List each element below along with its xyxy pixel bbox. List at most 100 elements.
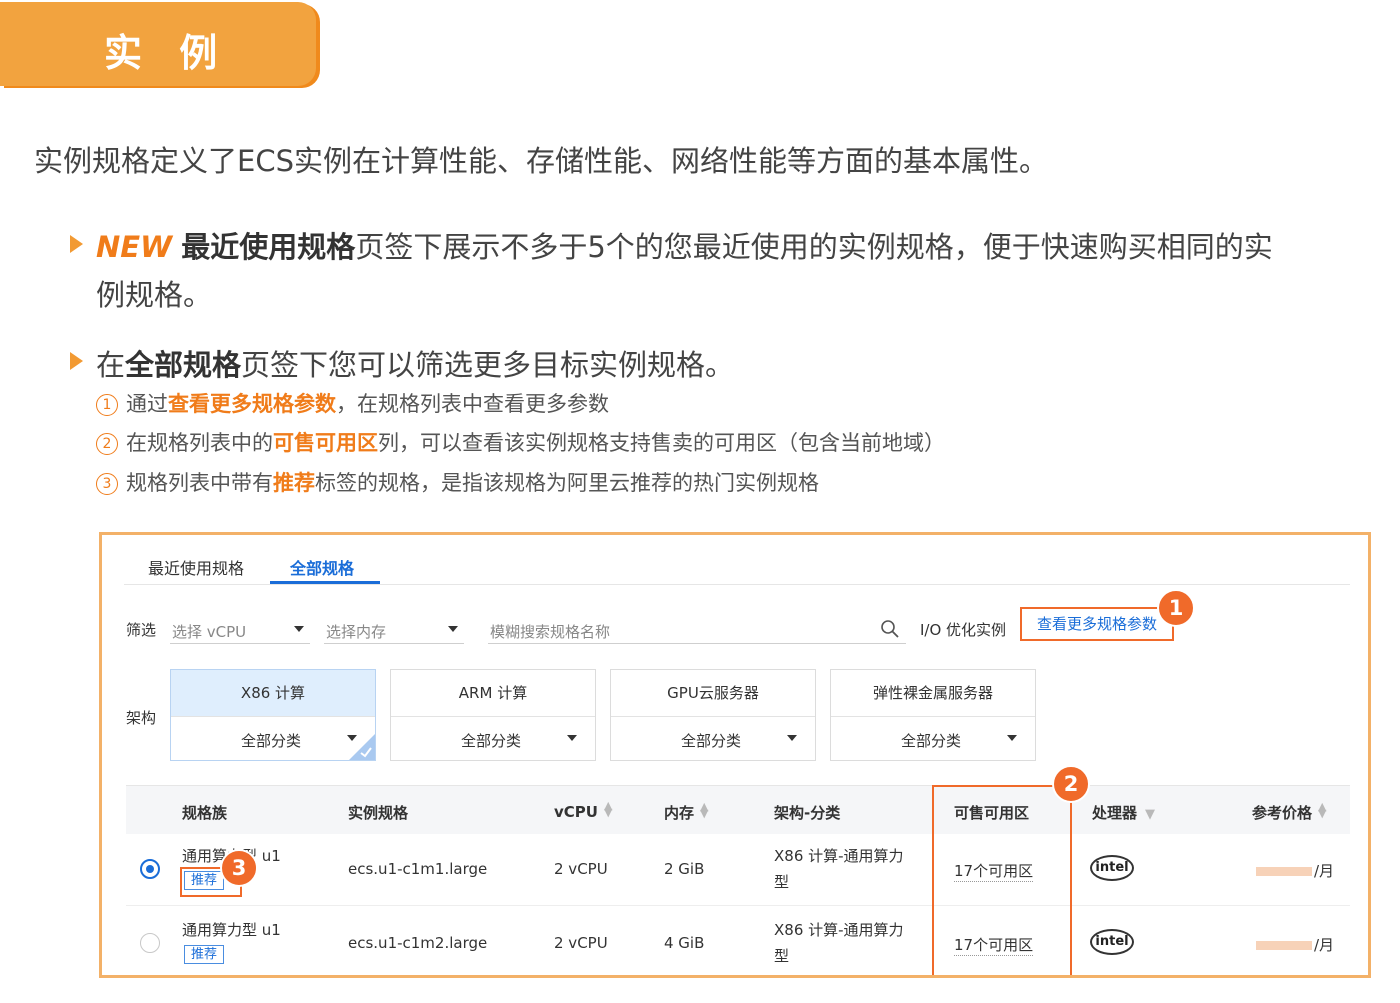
bullet-all: 在全部规格页签下您可以筛选更多目标实例规格。 bbox=[96, 342, 734, 384]
price-unit: /月 bbox=[1314, 862, 1335, 880]
col-spec: 实例规格 bbox=[348, 804, 409, 822]
bullet-all-text: 页签下您可以筛选更多目标实例规格。 bbox=[241, 348, 735, 382]
row-vcpu: 2 vCPU bbox=[554, 934, 608, 952]
sub-item: 3 规格列表中带有推荐标签的规格，是指该规格为阿里云推荐的热门实例规格 bbox=[96, 467, 819, 497]
row-arch-cont: 型 bbox=[774, 873, 790, 891]
arch-card-arm[interactable]: ARM 计算 全部分类 bbox=[390, 669, 596, 761]
bullet-recent-text: 页签下展示不多于5个的您最近使用的实例规格，便于快速购买相同的实 bbox=[355, 230, 1273, 264]
price-blur bbox=[1256, 941, 1312, 950]
row-vcpu: 2 vCPU bbox=[554, 860, 608, 878]
price-unit: /月 bbox=[1314, 936, 1335, 954]
search-icon[interactable] bbox=[880, 619, 900, 639]
arch-card-x86[interactable]: X86 计算 全部分类 bbox=[170, 669, 376, 761]
row-arch-cont: 型 bbox=[774, 947, 790, 965]
sub-item: 1 通过查看更多规格参数，在规格列表中查看更多参数 bbox=[96, 388, 609, 418]
arch-category-value: 全部分类 bbox=[901, 732, 962, 750]
more-spec-params-button[interactable]: 查看更多规格参数 bbox=[1020, 607, 1174, 641]
chevron-down-icon bbox=[1007, 735, 1017, 741]
arch-card-bare-metal[interactable]: 弹性裸金属服务器 全部分类 bbox=[830, 669, 1036, 761]
sub-item: 2 在规格列表中的可售可用区列，可以查看该实例规格支持售卖的可用区（包含当前地域） bbox=[96, 427, 945, 457]
arch-card-title: ARM 计算 bbox=[391, 670, 595, 717]
row-price: /月 bbox=[1256, 934, 1334, 955]
new-tag: NEW bbox=[96, 230, 173, 264]
sub-item-post: ，在规格列表中查看更多参数 bbox=[336, 392, 609, 416]
tab-recent-specs[interactable]: 最近使用规格 bbox=[148, 555, 244, 579]
arch-category-value: 全部分类 bbox=[461, 732, 522, 750]
sub-item-highlight: 查看更多规格参数 bbox=[168, 392, 336, 416]
col-processor[interactable]: 处理器 ▼ bbox=[1092, 802, 1155, 823]
col-memory-label: 内存 bbox=[664, 804, 695, 822]
arch-category-value: 全部分类 bbox=[681, 732, 742, 750]
callout-badge: 2 bbox=[1052, 765, 1090, 803]
spec-search-input[interactable]: 模糊搜索规格名称 bbox=[488, 613, 906, 644]
intro-text: 实例规格定义了ECS实例在计算性能、存储性能、网络性能等方面的基本属性。 bbox=[34, 144, 1048, 178]
arch-category-select[interactable]: 全部分类 bbox=[171, 716, 375, 762]
section-title: 实 例 bbox=[104, 31, 230, 75]
io-optimized-label[interactable]: I/O 优化实例 bbox=[920, 619, 1006, 640]
zones-column-highlight bbox=[932, 785, 1072, 975]
recent-specs-term: 最近使用规格 bbox=[181, 230, 356, 264]
row-spec: ecs.u1-c1m1.large bbox=[348, 860, 488, 878]
row-radio[interactable] bbox=[140, 933, 160, 953]
arch-category-select[interactable]: 全部分类 bbox=[831, 716, 1035, 762]
sort-icon[interactable]: ▲ ▼ bbox=[604, 800, 612, 818]
col-architecture: 架构-分类 bbox=[774, 804, 841, 822]
chevron-down-icon bbox=[448, 626, 458, 632]
sub-item-highlight: 推荐 bbox=[273, 471, 315, 495]
row-arch: X86 计算-通用算力 bbox=[774, 847, 904, 865]
table-row[interactable]: 通用算力型 u1 推荐 ecs.u1-c1m2.large 2 vCPU 4 G… bbox=[126, 905, 1350, 975]
sort-icon[interactable]: ▲ ▼ bbox=[1318, 801, 1326, 819]
spec-table-header: 规格族 实例规格 vCPU ▲ ▼ 内存 ▲ ▼ 架构-分类 可售可用区 处理器 ▼ 参考… bbox=[126, 785, 1350, 834]
tab-divider bbox=[124, 584, 1350, 585]
arch-card-title: GPU云服务器 bbox=[611, 670, 815, 717]
chevron-down-icon bbox=[787, 735, 797, 741]
recommended-tag: 推荐 bbox=[184, 945, 225, 964]
arch-category-value: 全部分类 bbox=[241, 732, 302, 750]
col-vcpu-label: vCPU bbox=[554, 803, 598, 821]
bullet-all-pre: 在 bbox=[96, 348, 126, 382]
sub-item-pre: 规格列表中带有 bbox=[126, 471, 273, 495]
sub-item-pre: 在规格列表中的 bbox=[126, 431, 273, 455]
arch-category-select[interactable]: 全部分类 bbox=[611, 716, 815, 762]
sort-icon[interactable]: ▲ ▼ bbox=[700, 801, 708, 819]
bullet-arrow-icon bbox=[70, 352, 83, 370]
tab-all-specs[interactable]: 全部规格 bbox=[290, 555, 354, 579]
row-arch: X86 计算-通用算力 bbox=[774, 921, 904, 939]
callout-badge: 1 bbox=[1157, 589, 1195, 627]
chevron-down-icon bbox=[567, 735, 577, 741]
row-radio[interactable] bbox=[140, 859, 160, 879]
memory-select[interactable]: 选择内存 bbox=[324, 613, 464, 644]
step-number-icon: 3 bbox=[96, 473, 118, 495]
sub-item-post: 标签的规格，是指该规格为阿里云推荐的热门实例规格 bbox=[315, 471, 819, 495]
col-memory[interactable]: 内存 ▲ ▼ bbox=[664, 801, 708, 823]
col-vcpu[interactable]: vCPU ▲ ▼ bbox=[554, 800, 612, 821]
col-price[interactable]: 参考价格 ▲ ▼ bbox=[1252, 801, 1326, 823]
arch-card-title: X86 计算 bbox=[171, 670, 375, 717]
tab-active-indicator bbox=[270, 581, 380, 584]
search-placeholder: 模糊搜索规格名称 bbox=[490, 623, 611, 641]
filter-icon[interactable]: ▼ bbox=[1145, 807, 1155, 822]
vcpu-select-value: 选择 vCPU bbox=[172, 623, 247, 641]
all-specs-term: 全部规格 bbox=[125, 348, 242, 382]
arch-category-select[interactable]: 全部分类 bbox=[391, 716, 595, 762]
sub-item-highlight: 可售可用区 bbox=[273, 431, 378, 455]
col-price-label: 参考价格 bbox=[1252, 804, 1313, 822]
col-processor-label: 处理器 bbox=[1092, 804, 1138, 822]
intel-logo-icon: intel bbox=[1090, 929, 1134, 955]
bullet-recent-line2: 例规格。 bbox=[96, 278, 213, 312]
sub-item-pre: 通过 bbox=[126, 392, 168, 416]
spec-selector-panel: 最近使用规格 全部规格 筛选 选择 vCPU 选择内存 模糊搜索规格名称 I/O… bbox=[99, 532, 1371, 978]
price-blur bbox=[1256, 867, 1312, 876]
step-number-icon: 1 bbox=[96, 394, 118, 416]
chevron-down-icon bbox=[294, 626, 304, 632]
selected-corner-icon bbox=[349, 734, 375, 760]
col-family: 规格族 bbox=[182, 804, 228, 822]
arch-card-gpu[interactable]: GPU云服务器 全部分类 bbox=[610, 669, 816, 761]
row-memory: 2 GiB bbox=[664, 860, 705, 878]
table-row[interactable]: 通用算力型 u1 推荐 ecs.u1-c1m1.large 2 vCPU 2 G… bbox=[126, 833, 1350, 906]
bullet-arrow-icon bbox=[70, 235, 83, 253]
bullet-recent: NEW 最近使用规格页签下展示不多于5个的您最近使用的实例规格，便于快速购买相同… bbox=[96, 224, 1273, 266]
vcpu-select[interactable]: 选择 vCPU bbox=[170, 613, 310, 644]
arch-card-title: 弹性裸金属服务器 bbox=[831, 670, 1035, 717]
row-price: /月 bbox=[1256, 860, 1334, 881]
